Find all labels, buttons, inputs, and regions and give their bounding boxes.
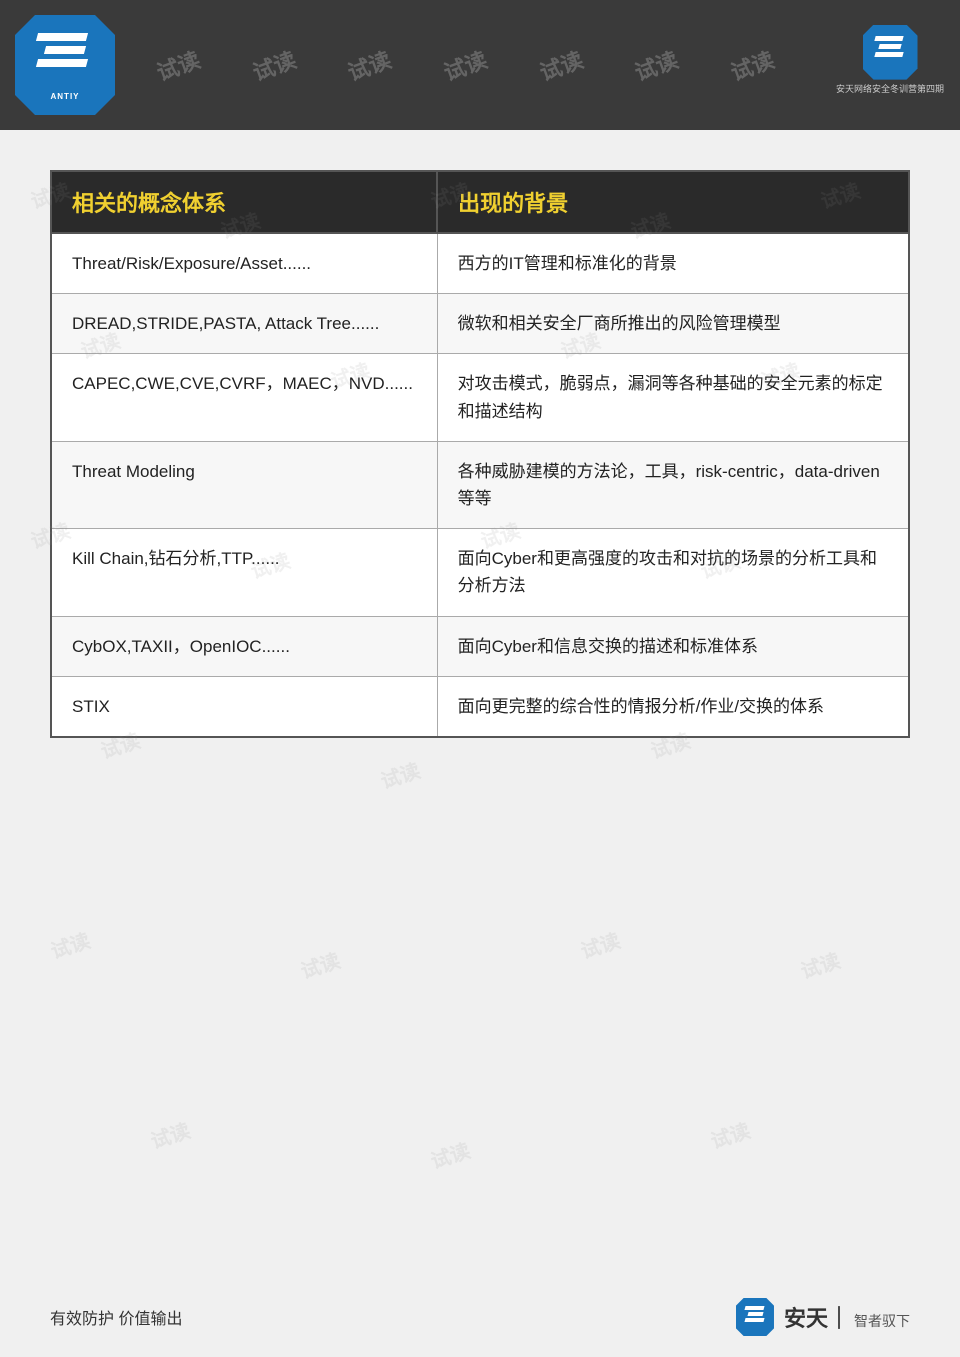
bwm-21: 试读 <box>146 1115 193 1155</box>
footer: 有效防护 价值输出 安天｜ 智者驭下 <box>0 1277 960 1357</box>
footer-logo-icon <box>736 1298 774 1336</box>
header-watermark-7: 试读 <box>726 42 778 87</box>
table-cell-left-1: DREAD,STRIDE,PASTA, Attack Tree...... <box>51 294 437 354</box>
header-logo: ANTIY <box>15 15 115 115</box>
table-cell-right-1: 微软和相关安全厂商所推出的风险管理模型 <box>437 294 909 354</box>
bwm-17: 试读 <box>46 925 93 965</box>
tr-stripe-3 <box>874 52 903 57</box>
table-cell-left-6: STIX <box>51 676 437 737</box>
header-watermark-5: 试读 <box>535 42 587 87</box>
header-watermark-3: 试读 <box>343 42 395 87</box>
bwm-23: 试读 <box>706 1115 753 1155</box>
table-cell-left-2: CAPEC,CWE,CVE,CVRF，MAEC，NVD...... <box>51 354 437 441</box>
table-cell-right-4: 面向Cyber和更高强度的攻击和对抗的场景的分析工具和分析方法 <box>437 529 909 616</box>
table-cell-right-6: 面向更完整的综合性的情报分析/作业/交换的体系 <box>437 676 909 737</box>
tr-logo-icon <box>863 25 918 80</box>
table-cell-right-5: 面向Cyber和信息交换的描述和标准体系 <box>437 616 909 676</box>
header-watermark-6: 试读 <box>630 42 682 87</box>
logo-text: ANTIY <box>51 92 80 101</box>
table-cell-left-0: Threat/Risk/Exposure/Asset...... <box>51 233 437 294</box>
footer-brand: 安天｜ 智者驭下 <box>780 1301 910 1333</box>
table-row: CAPEC,CWE,CVE,CVRF，MAEC，NVD......对攻击模式，脆… <box>51 354 909 441</box>
table-row: Threat/Risk/Exposure/Asset......西方的IT管理和… <box>51 233 909 294</box>
bwm-20: 试读 <box>796 945 843 985</box>
table-cell-left-5: CybOX,TAXII，OpenIOC...... <box>51 616 437 676</box>
table-cell-right-2: 对攻击模式，脆弱点，漏洞等各种基础的安全元素的标定和描述结构 <box>437 354 909 441</box>
bwm-22: 试读 <box>426 1135 473 1175</box>
footer-brand-sub: 智者驭下 <box>854 1311 910 1331</box>
footer-stripe-2 <box>747 1312 763 1316</box>
table-row: CybOX,TAXII，OpenIOC......面向Cyber和信息交换的描述… <box>51 616 909 676</box>
top-right-subtitle: 安天网络安全冬训营第四期 <box>836 84 944 96</box>
table-row: STIX面向更完整的综合性的情报分析/作业/交换的体系 <box>51 676 909 737</box>
table-header-col2: 出现的背景 <box>437 171 909 233</box>
top-right-logo: 安天网络安全冬训营第四期 <box>835 15 945 105</box>
header-watermark-4: 试读 <box>439 42 491 87</box>
main-content: 相关的概念体系 出现的背景 Threat/Risk/Exposure/Asset… <box>0 130 960 768</box>
footer-logo-stripes <box>745 1306 765 1328</box>
logo-stripes <box>37 33 92 93</box>
tr-stripe-2 <box>878 44 901 49</box>
table-row: Threat Modeling各种威胁建模的方法论，工具，risk-centri… <box>51 441 909 528</box>
bwm-18: 试读 <box>296 945 343 985</box>
table-row: DREAD,STRIDE,PASTA, Attack Tree......微软和… <box>51 294 909 354</box>
header-watermark-2: 试读 <box>247 42 299 87</box>
footer-right: 安天｜ 智者驭下 <box>736 1298 910 1336</box>
bwm-19: 试读 <box>576 925 623 965</box>
logo-stripe-2 <box>44 46 86 54</box>
table-cell-left-4: Kill Chain,钻石分析,TTP...... <box>51 529 437 616</box>
footer-left-text: 有效防护 价值输出 <box>50 1305 182 1329</box>
tr-stripe-1 <box>874 36 903 41</box>
table-cell-right-0: 西方的IT管理和标准化的背景 <box>437 233 909 294</box>
table-row: Kill Chain,钻石分析,TTP......面向Cyber和更高强度的攻击… <box>51 529 909 616</box>
header-bar: ANTIY 试读 试读 试读 试读 试读 试读 试读 安天网络安全冬训营第四期 <box>0 0 960 130</box>
header-watermarks: 试读 试读 试读 试读 试读 试读 试读 <box>0 0 960 130</box>
table-header-col1: 相关的概念体系 <box>51 171 437 233</box>
footer-stripe-3 <box>744 1318 764 1322</box>
table-cell-left-3: Threat Modeling <box>51 441 437 528</box>
footer-brand-main: 安天｜ <box>784 1301 850 1333</box>
logo-stripe-3 <box>36 59 88 67</box>
logo-stripe-1 <box>36 33 88 41</box>
header-watermark-1: 试读 <box>152 42 204 87</box>
footer-stripe-1 <box>744 1306 764 1310</box>
table-cell-right-3: 各种威胁建模的方法论，工具，risk-centric，data-driven等等 <box>437 441 909 528</box>
tr-logo-stripes <box>875 36 905 68</box>
main-table: 相关的概念体系 出现的背景 Threat/Risk/Exposure/Asset… <box>50 170 910 738</box>
